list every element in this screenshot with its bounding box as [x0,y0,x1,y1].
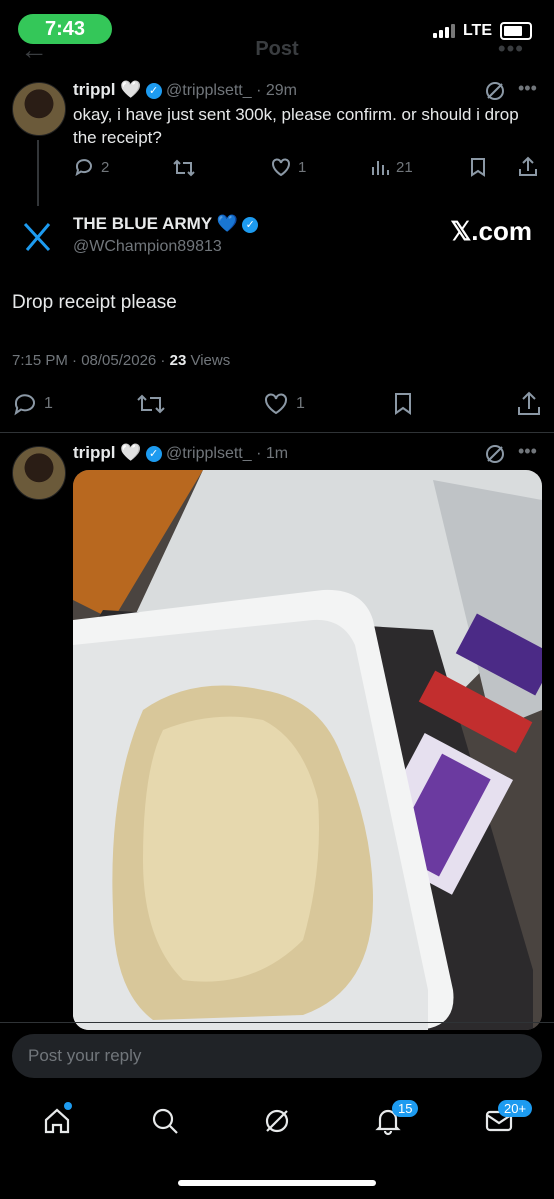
tweet-timestamp: 7:15 PM · 08/05/2026 · [12,352,170,369]
divider [0,1022,554,1023]
views-icon [372,161,389,175]
reply-button[interactable]: 1 [12,392,53,416]
like-icon [272,158,290,177]
grok-icon[interactable] [484,80,506,102]
header-more-icon[interactable]: ••• [498,36,524,62]
reply-button[interactable]: 2 [73,156,109,178]
food-container-image [73,470,542,1030]
reply-count: 1 [44,395,53,412]
like-count: 1 [296,395,305,412]
divider [0,432,554,433]
like-button[interactable]: 1 [262,392,305,416]
bookmark-icon[interactable] [468,156,488,178]
reply-count: 2 [101,158,110,176]
search-icon[interactable] [150,1106,180,1136]
views-count: 23 [169,352,187,369]
more-icon[interactable]: ••• [518,441,537,462]
bottom-nav: 15 20+ [0,1090,554,1150]
home-unread-dot [64,1102,72,1110]
verified-icon: ✓ [242,216,259,233]
profile-badge-emoji: 💙 [216,214,238,233]
verified-icon: ✓ [145,82,162,99]
messages-badge: 20+ [498,1100,533,1117]
retweet-icon[interactable] [172,157,196,179]
bookmark-icon[interactable] [391,391,415,417]
profile-badge-emoji: 🤍 [119,443,142,462]
x-logo-icon [23,222,51,252]
views-button[interactable]: 21 [370,156,413,178]
reply-input[interactable]: Post your reply [12,1034,542,1078]
tweet-text: okay, i have just sent 300k, please conf… [73,105,519,147]
main-tweet-text: Drop receipt please [12,292,177,313]
like-count: 1 [298,158,307,176]
author-name[interactable]: trippl [73,443,116,462]
reply-icon [75,159,92,177]
author-handle[interactable]: @tripplsett_ [166,445,252,462]
author-name[interactable]: THE BLUE ARMY [73,214,212,233]
views-label: Views [186,352,231,369]
tweet-header: trippl 🤍 ✓ @tripplsett_ · 29m [73,80,297,99]
profile-badge-emoji: 🤍 [119,80,142,99]
verified-icon: ✓ [145,445,162,462]
share-icon[interactable] [517,155,539,179]
author-name[interactable]: trippl [73,80,116,99]
thread-line [37,140,39,206]
page-title: Post [255,38,299,60]
like-icon [265,393,287,415]
signal-icon [432,24,455,38]
tweet-age: 29m [265,82,297,99]
tweet-header: trippl 🤍 ✓ @tripplsett_ · 1m [73,443,289,462]
like-button[interactable]: 1 [270,156,306,178]
main-tweet-header: THE BLUE ARMY 💙 ✓ [73,214,259,234]
home-indicator [178,1180,376,1186]
reply-icon [14,394,35,416]
more-icon[interactable]: ••• [518,78,537,99]
views-count: 21 [396,158,413,176]
grok-icon[interactable] [262,1106,292,1136]
avatar[interactable] [12,82,66,136]
tweet-photo[interactable] [73,470,542,1030]
share-icon[interactable] [516,390,542,418]
avatar[interactable] [12,446,66,500]
grok-icon[interactable] [484,443,506,465]
author-handle[interactable]: @WChampion89813 [73,238,222,256]
retweet-icon[interactable] [136,392,166,416]
tweet-age: 1m [265,445,289,462]
tweet-meta: 7:15 PM · 08/05/2026 · 23 Views [12,352,230,369]
author-handle[interactable]: @tripplsett_ [166,82,252,99]
notifications-badge: 15 [392,1100,419,1117]
home-icon[interactable] [42,1106,72,1136]
site-label: 𝕏.com [450,216,532,246]
